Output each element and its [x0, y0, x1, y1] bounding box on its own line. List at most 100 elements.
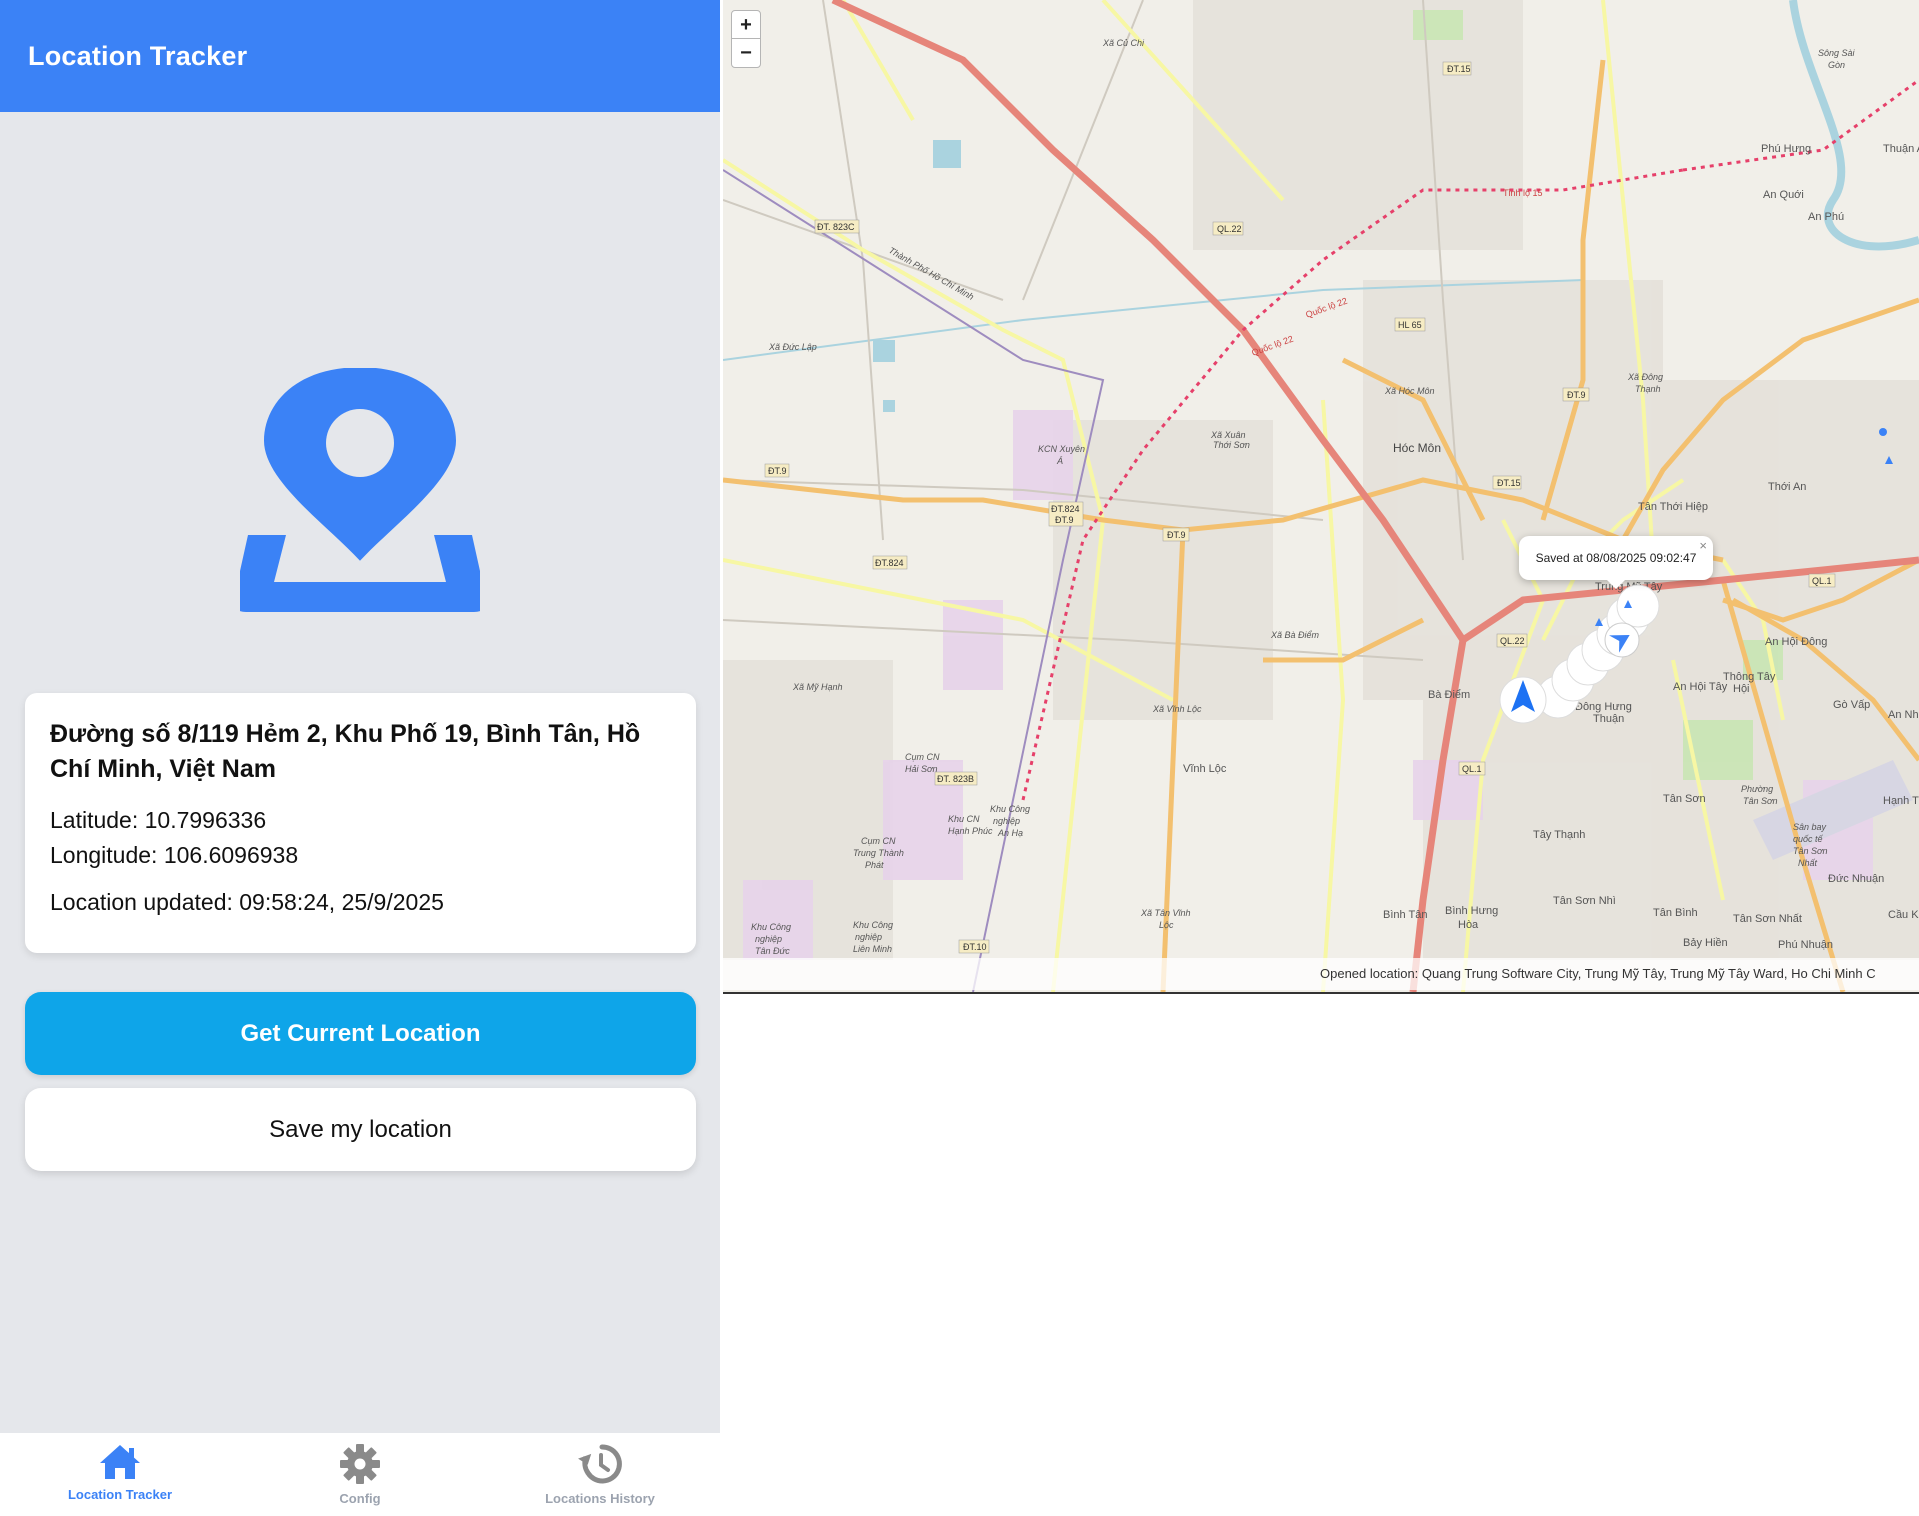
home-icon: [100, 1445, 140, 1479]
svg-text:Bình Hưng: Bình Hưng: [1445, 905, 1498, 917]
history-icon: [578, 1444, 622, 1484]
svg-text:Tân Sơn Nhất: Tân Sơn Nhất: [1733, 913, 1802, 925]
svg-text:ĐT.15: ĐT.15: [1447, 64, 1471, 74]
location-pin-icon: [233, 367, 487, 624]
svg-text:Phường: Phường: [1741, 784, 1773, 794]
svg-text:Tân Sơn Nhì: Tân Sơn Nhì: [1553, 895, 1616, 907]
svg-text:ĐT.9: ĐT.9: [1167, 530, 1186, 540]
nav-label-config: Config: [339, 1491, 381, 1506]
gear-icon: [340, 1444, 380, 1484]
app-title: Location Tracker: [28, 40, 248, 71]
nav-item-location-tracker[interactable]: Location Tracker: [0, 1433, 240, 1516]
svg-text:Á: Á: [1056, 456, 1063, 466]
map-attribution: Opened location: Quang Trung Software Ci…: [723, 958, 1919, 990]
svg-text:Sân bay: Sân bay: [1793, 822, 1827, 832]
svg-text:Tân Thới Hiệp: Tân Thới Hiệp: [1638, 501, 1708, 513]
bottom-navigation: Location Tracker Config Locations Histor…: [0, 1432, 720, 1516]
svg-text:Xã Hóc Môn: Xã Hóc Môn: [1384, 386, 1435, 396]
get-current-location-button[interactable]: Get Current Location: [25, 992, 696, 1075]
location-info-card: Đường số 8/119 Hẻm 2, Khu Phố 19, Bình T…: [25, 693, 696, 953]
svg-text:Tân Sơn: Tân Sơn: [1743, 796, 1777, 806]
svg-text:Vĩnh Lộc: Vĩnh Lộc: [1183, 763, 1227, 775]
svg-text:Nhất: Nhất: [1798, 858, 1818, 868]
svg-text:KCN Xuyên: KCN Xuyên: [1038, 444, 1085, 454]
nav-item-config[interactable]: Config: [240, 1433, 480, 1516]
zoom-in-button[interactable]: +: [731, 10, 761, 40]
svg-text:Thới An: Thới An: [1768, 481, 1806, 493]
address-text: Đường số 8/119 Hẻm 2, Khu Phố 19, Bình T…: [50, 720, 641, 783]
svg-text:ĐT. 823C: ĐT. 823C: [817, 222, 855, 232]
svg-text:Xã Xuân: Xã Xuân: [1210, 430, 1246, 440]
svg-text:Hóc Môn: Hóc Môn: [1393, 441, 1441, 455]
svg-text:Phú Nhuận: Phú Nhuận: [1778, 939, 1833, 951]
location-updated-text: Location updated: 09:58:24, 25/9/2025: [50, 889, 444, 915]
svg-text:Gòn: Gòn: [1828, 60, 1845, 70]
svg-text:An Phú: An Phú: [1808, 211, 1844, 223]
longitude-text: Longitude: 106.6096938: [50, 842, 299, 868]
svg-text:Đức Nhuận: Đức Nhuận: [1828, 873, 1884, 885]
svg-text:Xã Vĩnh Lộc: Xã Vĩnh Lộc: [1152, 704, 1202, 714]
svg-text:ĐT. 823B: ĐT. 823B: [937, 774, 974, 784]
nav-item-locations-history[interactable]: Locations History: [480, 1433, 720, 1516]
marker-popup: Saved at 08/08/2025 09:02:47 ×: [1519, 536, 1713, 589]
svg-text:Tân Sơn: Tân Sơn: [1793, 846, 1827, 856]
location-tracker-app: Location Tracker Đường số 8/119 Hẻm 2, K…: [0, 0, 720, 1516]
svg-text:Khu Công: Khu Công: [751, 922, 791, 932]
popup-tip: [1607, 580, 1625, 589]
current-location-marker[interactable]: [1499, 676, 1547, 724]
svg-text:ĐT.824: ĐT.824: [875, 558, 904, 568]
app-header: Location Tracker: [0, 0, 720, 112]
nav-label-location-tracker: Location Tracker: [67, 1487, 173, 1502]
svg-text:Bảy Hiền: Bảy Hiền: [1683, 937, 1728, 949]
svg-text:Trung Thành: Trung Thành: [853, 848, 904, 858]
svg-text:Khu Công: Khu Công: [990, 804, 1030, 814]
svg-text:Thuận: Thuận: [1593, 713, 1624, 725]
svg-text:Xã Đức Lập: Xã Đức Lập: [768, 342, 817, 352]
svg-text:QL.1: QL.1: [1812, 576, 1832, 586]
svg-text:Hạnh Phúc: Hạnh Phúc: [948, 826, 993, 836]
save-my-location-button[interactable]: Save my location: [25, 1088, 696, 1171]
svg-text:nghiệp: nghiệp: [755, 934, 782, 944]
svg-text:An Hội Đông: An Hội Đông: [1765, 636, 1827, 648]
svg-text:Phú Hưng: Phú Hưng: [1761, 143, 1811, 155]
svg-text:Khu Công: Khu Công: [853, 920, 893, 930]
map-view[interactable]: Hóc Môn Tân Thới Hiệp Thới An An Hội Đôn…: [723, 0, 1919, 994]
svg-text:Cầu Kiệu: Cầu Kiệu: [1888, 909, 1919, 921]
svg-text:Liên Minh: Liên Minh: [853, 944, 892, 954]
latitude-text: Latitude: 10.7996336: [50, 807, 267, 833]
svg-text:quốc tế: quốc tế: [1793, 834, 1824, 844]
svg-text:Tân Đức: Tân Đức: [755, 946, 790, 956]
svg-text:Tây Thạnh: Tây Thạnh: [1533, 829, 1585, 841]
svg-text:QL.1: QL.1: [1462, 764, 1482, 774]
svg-text:An Hạ: An Hạ: [997, 828, 1023, 838]
svg-text:Cụm CN: Cụm CN: [905, 752, 940, 762]
svg-text:Thạnh: Thạnh: [1635, 384, 1661, 394]
svg-text:ĐT.9: ĐT.9: [768, 466, 787, 476]
svg-text:Thới Sơn: Thới Sơn: [1213, 440, 1250, 450]
svg-text:Hải Sơn: Hải Sơn: [905, 764, 937, 774]
svg-text:Cụm CN: Cụm CN: [861, 836, 896, 846]
svg-text:An Nhơn: An Nhơn: [1888, 709, 1919, 721]
svg-text:nghiệp: nghiệp: [993, 816, 1020, 826]
popup-close-button[interactable]: ×: [1699, 538, 1707, 553]
svg-text:Xã Bà Điểm: Xã Bà Điểm: [1270, 630, 1320, 640]
svg-text:Hạnh Thông: Hạnh Thông: [1883, 795, 1919, 807]
svg-text:Sông Sài: Sông Sài: [1818, 48, 1856, 58]
svg-text:Xã Tân Vĩnh: Xã Tân Vĩnh: [1140, 908, 1191, 918]
svg-text:ĐT.15: ĐT.15: [1497, 478, 1521, 488]
svg-text:Bình Tân: Bình Tân: [1383, 909, 1427, 921]
svg-text:QL.22: QL.22: [1500, 636, 1525, 646]
svg-text:Thông Tây: Thông Tây: [1723, 671, 1776, 683]
svg-text:Lộc: Lộc: [1159, 920, 1174, 930]
svg-text:Bà Điểm: Bà Điểm: [1428, 689, 1470, 701]
svg-text:Tỉnh lộ 15: Tỉnh lộ 15: [1503, 188, 1543, 198]
map-tiles[interactable]: Hóc Môn Tân Thới Hiệp Thới An An Hội Đôn…: [723, 0, 1919, 992]
svg-text:QL.22: QL.22: [1217, 224, 1242, 234]
svg-text:Gò Vấp: Gò Vấp: [1833, 699, 1870, 711]
popup-text: Saved at 08/08/2025 09:02:47: [1535, 551, 1697, 565]
svg-text:Xã Củ Chi: Xã Củ Chi: [1102, 38, 1145, 48]
svg-text:Tân Sơn: Tân Sơn: [1663, 793, 1706, 805]
svg-text:nghiệp: nghiệp: [855, 932, 882, 942]
zoom-out-button[interactable]: −: [731, 38, 761, 68]
svg-text:Đông Hưng: Đông Hưng: [1575, 701, 1632, 713]
